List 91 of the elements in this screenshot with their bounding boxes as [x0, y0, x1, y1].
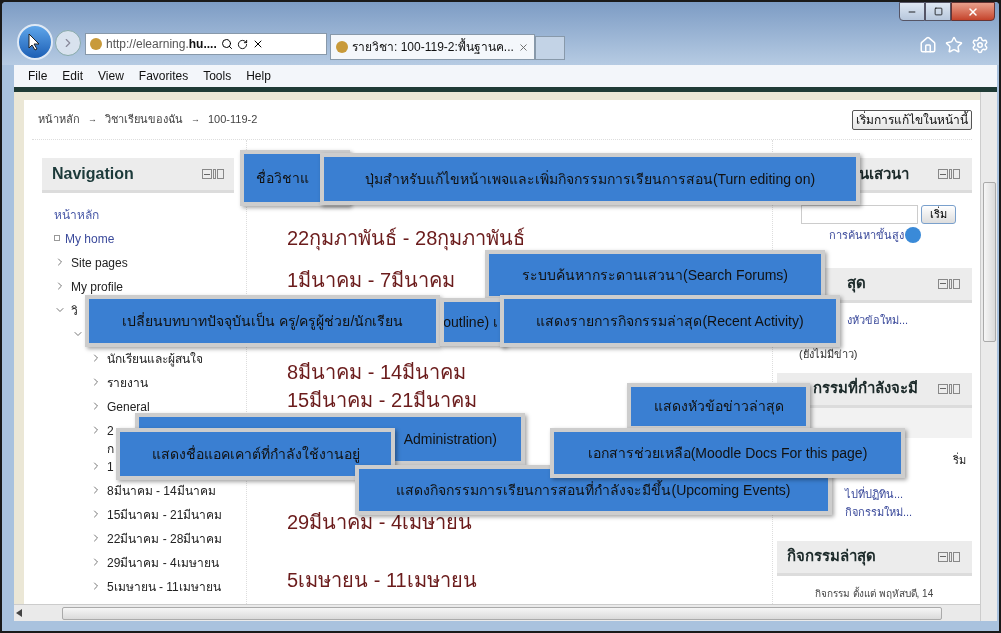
- scrollbar-thumb[interactable]: [62, 606, 942, 620]
- vertical-scrollbar[interactable]: [980, 92, 997, 621]
- menu-item[interactable]: Tools: [203, 67, 232, 85]
- callout-text: ระบบค้นหากระดานเสวนา(Search Forums): [522, 265, 788, 285]
- news-link[interactable]: งหัวข้อใหม่...: [847, 312, 909, 327]
- minimize-button[interactable]: [899, 2, 925, 21]
- search-button[interactable]: เริ่ม: [921, 205, 956, 224]
- tab-favicon: [336, 41, 348, 53]
- breadcrumb-link[interactable]: วิชาเรียนของฉัน: [105, 111, 183, 128]
- address-bar[interactable]: http://elearning.hu....: [85, 33, 327, 55]
- nav-item[interactable]: 8มีนาคม - 14มีนาคม: [107, 482, 216, 500]
- search-field[interactable]: [801, 205, 918, 224]
- forward-button[interactable]: [55, 30, 81, 56]
- section-heading: 1มีนาคม - 7มีนาคม: [287, 269, 456, 291]
- breadcrumb-separator: →: [88, 112, 97, 126]
- callout-text: ปุ่มสำหรับแก้ไขหน้าเพจและเพิ่มกิจกรรมการเรียนการสอน(Turn editing on): [364, 169, 816, 190]
- nav-item[interactable]: My home: [65, 230, 115, 248]
- block-controls-icon[interactable]: [938, 169, 960, 179]
- callout-text: แสดงกิจกรรมการเรียนการสอนที่กำลังจะมีขึ้น(Upcoming Events): [396, 479, 791, 500]
- nav-item[interactable]: 22มีนาคม - 28มีนาคม: [107, 530, 223, 548]
- menu-item[interactable]: File: [28, 67, 48, 85]
- block-controls-icon[interactable]: [938, 278, 960, 289]
- block-title: กรรมที่กำลังจะมี: [813, 377, 918, 399]
- callout-text: แสดงหัวข้อข่าวล่าสุด: [653, 397, 784, 417]
- events-link[interactable]: กิจกรรมใหม่...: [845, 502, 913, 521]
- nav-item[interactable]: Site pages: [71, 254, 128, 272]
- section-heading: 22กุมภาพันธ์ - 28กุมภาพันธ์: [287, 227, 526, 249]
- nav-item[interactable]: 5เมษายน - 11เมษายน: [107, 578, 221, 596]
- scroll-left-arrow-icon[interactable]: [16, 609, 22, 617]
- maximize-icon: [933, 7, 943, 16]
- callout-text: แสดงรายการกิจกรรมล่าสุด(Recent Activity): [536, 311, 804, 332]
- favorites-icon[interactable]: [945, 36, 963, 54]
- block-title: สุด: [847, 273, 866, 295]
- nav-item[interactable]: 2: [107, 422, 114, 440]
- menu-item[interactable]: View: [98, 67, 124, 85]
- no-news-text: (ยังไม่มีข่าว): [799, 346, 858, 361]
- new-tab-button[interactable]: [535, 36, 565, 60]
- settings-icon[interactable]: [971, 36, 989, 54]
- menu-item[interactable]: Edit: [62, 67, 84, 85]
- close-icon: [967, 5, 979, 18]
- bullet-icon: [54, 235, 60, 241]
- block-controls-icon[interactable]: [202, 169, 224, 179]
- block-title: Navigation: [52, 164, 134, 184]
- edit-page-button[interactable]: เริ่มการแก้ไขในหน้านี้: [852, 109, 972, 130]
- callout-text: ชื่อวิชาแ: [256, 168, 309, 188]
- callout-text: เปลี่ยนบทบาทปัจจุบันเป็น ครู/ครูผู้ช่วย/นักเรียน: [121, 311, 404, 332]
- nav-item-continuation[interactable]: ก: [107, 440, 114, 458]
- callout-text: แสดงชื่อแอคเคาต์ที่กำลังใช้งานอยู่: [151, 444, 360, 465]
- nav-item[interactable]: My profile: [71, 278, 123, 296]
- breadcrumb-link[interactable]: 100-119-2: [208, 111, 258, 128]
- events-link[interactable]: ไปที่ปฏิทิน...: [845, 484, 904, 503]
- block-title: กิจกรรมล่าสุด: [787, 546, 876, 568]
- callout-text: Administration): [403, 429, 497, 449]
- menu-item[interactable]: Favorites: [138, 67, 189, 85]
- scrollbar-thumb[interactable]: [982, 182, 996, 342]
- site-favicon: [90, 38, 102, 50]
- nav-item[interactable]: 29มีนาคม - 4เมษายน: [107, 554, 219, 572]
- breadcrumb-separator: →: [191, 112, 200, 126]
- tab-title: รายวิชา: 100-119-2:พื้นฐานค...: [352, 38, 514, 56]
- block-controls-icon[interactable]: [938, 383, 960, 394]
- menu-item[interactable]: Help: [246, 67, 271, 85]
- advanced-search-link[interactable]: การค้นหาขั้นสูง: [829, 227, 904, 244]
- address-text: http://elearning.hu....: [106, 36, 217, 53]
- help-icon[interactable]: [905, 227, 921, 244]
- nav-item[interactable]: 15มีนาคม - 21มีนาคม: [107, 506, 223, 524]
- events-text: ริ่ม: [953, 451, 966, 468]
- callout-text: outline) เ: [444, 312, 498, 332]
- nav-item[interactable]: นักเรียนและผู้สนใจ: [107, 350, 203, 368]
- search-icon[interactable]: [220, 38, 233, 50]
- recent-activity-text: กิจกรรม ตั้งแต่ พฤหัสบดี, 14: [815, 587, 934, 599]
- section-heading: 8มีนาคม - 14มีนาคม: [287, 361, 467, 383]
- nav-item[interactable]: หน้าหลัก: [54, 206, 99, 224]
- maximize-button[interactable]: [925, 2, 951, 21]
- callout-text: เอกสารช่วยเหลือ(Moodle Docs For this page): [587, 443, 868, 463]
- section-heading: 29มีนาคม - 4เมษายน: [287, 511, 473, 533]
- section-heading: 5เมษายน - 11เมษายน: [287, 569, 477, 591]
- back-button[interactable]: [17, 24, 53, 60]
- nav-item[interactable]: รายงาน: [107, 374, 148, 392]
- close-tab-icon[interactable]: [517, 41, 529, 53]
- breadcrumb-link[interactable]: หน้าหลัก: [38, 111, 80, 128]
- browser-tab[interactable]: รายวิชา: 100-119-2:พื้นฐานค...: [330, 34, 535, 60]
- nav-item[interactable]: วิ: [71, 302, 78, 320]
- refresh-icon[interactable]: [236, 38, 248, 50]
- nav-item[interactable]: 1: [107, 458, 114, 476]
- horizontal-scrollbar[interactable]: [14, 604, 980, 621]
- section-heading: 15มีนาคม - 21มีนาคม: [287, 389, 478, 411]
- block-controls-icon[interactable]: [938, 551, 960, 562]
- close-button[interactable]: [951, 2, 995, 21]
- home-icon[interactable]: [919, 36, 937, 54]
- nav-item[interactable]: General: [107, 398, 150, 416]
- block-title: นเสวนา: [859, 163, 909, 184]
